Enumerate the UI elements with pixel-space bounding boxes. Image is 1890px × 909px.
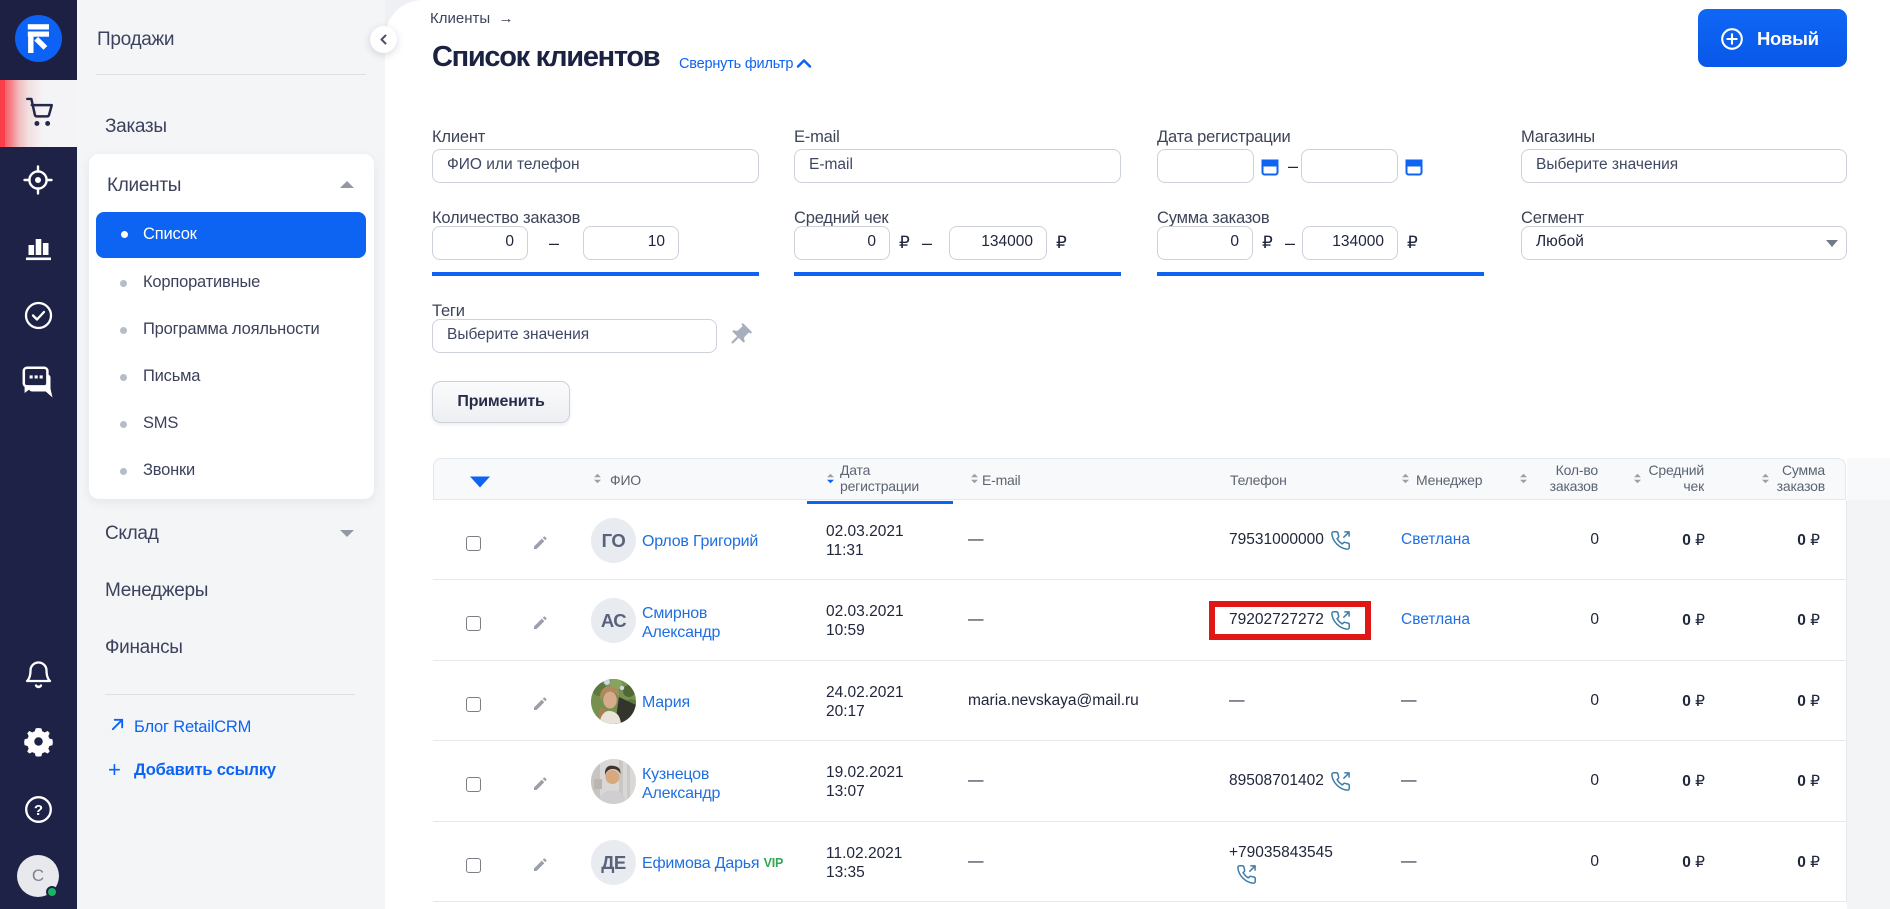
svg-text:?: ? — [34, 802, 43, 819]
